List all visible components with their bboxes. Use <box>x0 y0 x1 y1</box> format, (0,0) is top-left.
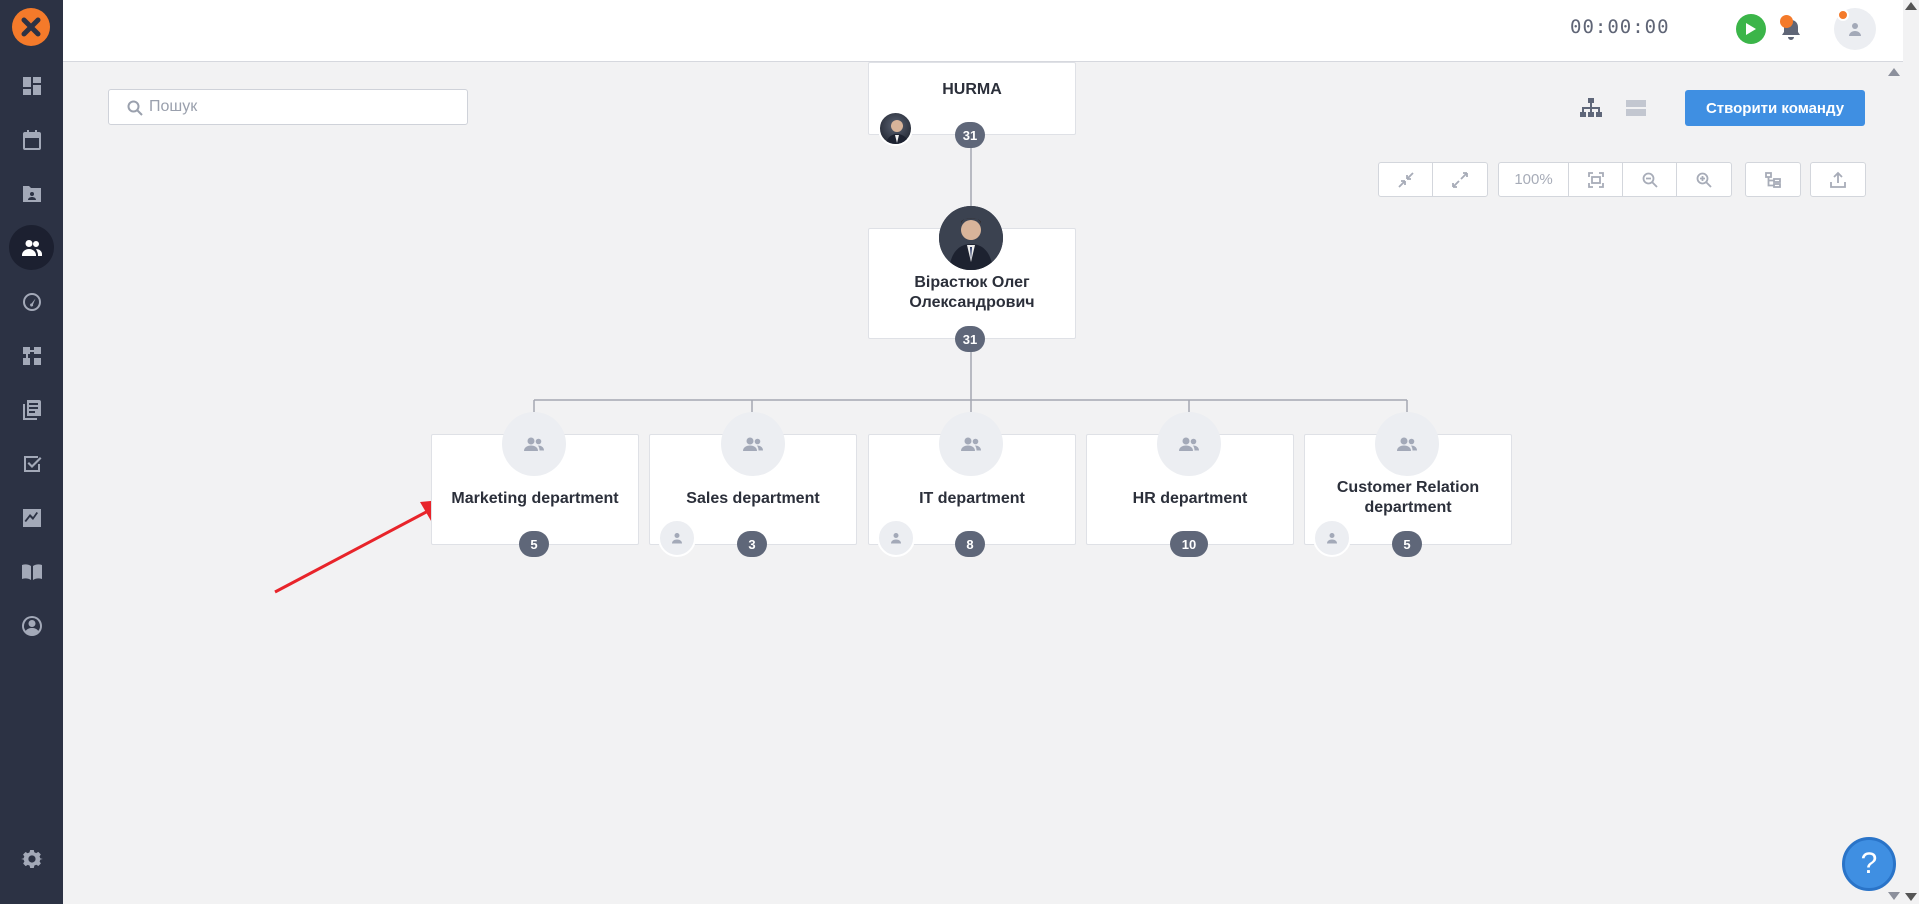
people-icon <box>524 437 544 451</box>
help-icon: ? <box>1860 847 1878 880</box>
employee-count-badge: 5 <box>1392 531 1422 557</box>
employee-count-badge: 10 <box>1170 531 1208 557</box>
people-icon <box>1397 437 1417 451</box>
head-avatar[interactable] <box>939 206 1003 270</box>
department-name: Marketing department <box>451 490 619 507</box>
people-icon <box>743 437 763 451</box>
department-head-avatar[interactable] <box>877 519 915 557</box>
head-name-line1: Вірастюк Олег <box>914 274 1030 291</box>
head-name-line2: Олександрович <box>909 294 1035 311</box>
department-head-avatar[interactable] <box>658 519 696 557</box>
user-icon <box>1327 533 1337 544</box>
department-name: Sales department <box>686 490 820 507</box>
annotation-arrow <box>274 499 452 594</box>
employee-count-badge: 31 <box>955 326 985 352</box>
people-icon <box>1179 437 1199 451</box>
department-name: HR department <box>1132 490 1248 507</box>
employee-count-badge: 8 <box>955 531 985 557</box>
employee-count-badge: 31 <box>955 122 985 148</box>
user-icon <box>891 533 901 544</box>
employee-count-badge: 3 <box>737 531 767 557</box>
company-name: HURMA <box>942 81 1002 98</box>
company-head-avatar[interactable] <box>878 111 913 146</box>
department-name-line1: Customer Relation <box>1336 479 1480 496</box>
person-photo-icon <box>939 206 1003 270</box>
people-icon <box>961 437 981 451</box>
department-name: IT department <box>919 490 1025 507</box>
department-avatar <box>939 412 1003 476</box>
department-avatar <box>502 412 566 476</box>
department-avatar <box>1375 412 1439 476</box>
employee-count-badge: 5 <box>519 531 549 557</box>
department-head-avatar[interactable] <box>1313 519 1351 557</box>
department-avatar <box>721 412 785 476</box>
department-name-line2: department <box>1364 499 1452 516</box>
help-button[interactable]: ? <box>1842 837 1896 891</box>
department-avatar <box>1157 412 1221 476</box>
user-icon <box>672 533 682 544</box>
